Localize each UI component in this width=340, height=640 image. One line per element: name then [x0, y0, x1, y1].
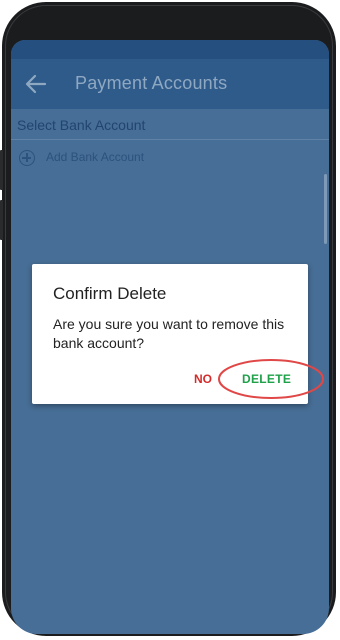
arrow-left-icon[interactable] — [25, 74, 47, 94]
scrollbar[interactable] — [324, 174, 327, 244]
add-bank-account-button[interactable]: Add Bank Account — [11, 143, 329, 173]
app-bar: Payment Accounts — [11, 59, 329, 109]
dialog-message: Are you sure you want to remove this ban… — [53, 316, 285, 351]
section-title: Select Bank Account — [17, 117, 146, 133]
dialog-title: Confirm Delete — [53, 284, 167, 303]
phone-side-button — [0, 150, 3, 190]
delete-button[interactable]: DELETE — [242, 372, 291, 386]
status-bar — [11, 40, 329, 59]
page-title: Payment Accounts — [75, 73, 228, 93]
plus-circle-icon — [19, 150, 35, 166]
divider — [11, 139, 329, 140]
add-bank-account-label: Add Bank Account — [46, 150, 145, 164]
confirm-delete-dialog: Confirm Delete Are you sure you want to … — [32, 264, 308, 404]
no-button[interactable]: NO — [194, 372, 212, 386]
phone-side-button — [0, 200, 3, 240]
